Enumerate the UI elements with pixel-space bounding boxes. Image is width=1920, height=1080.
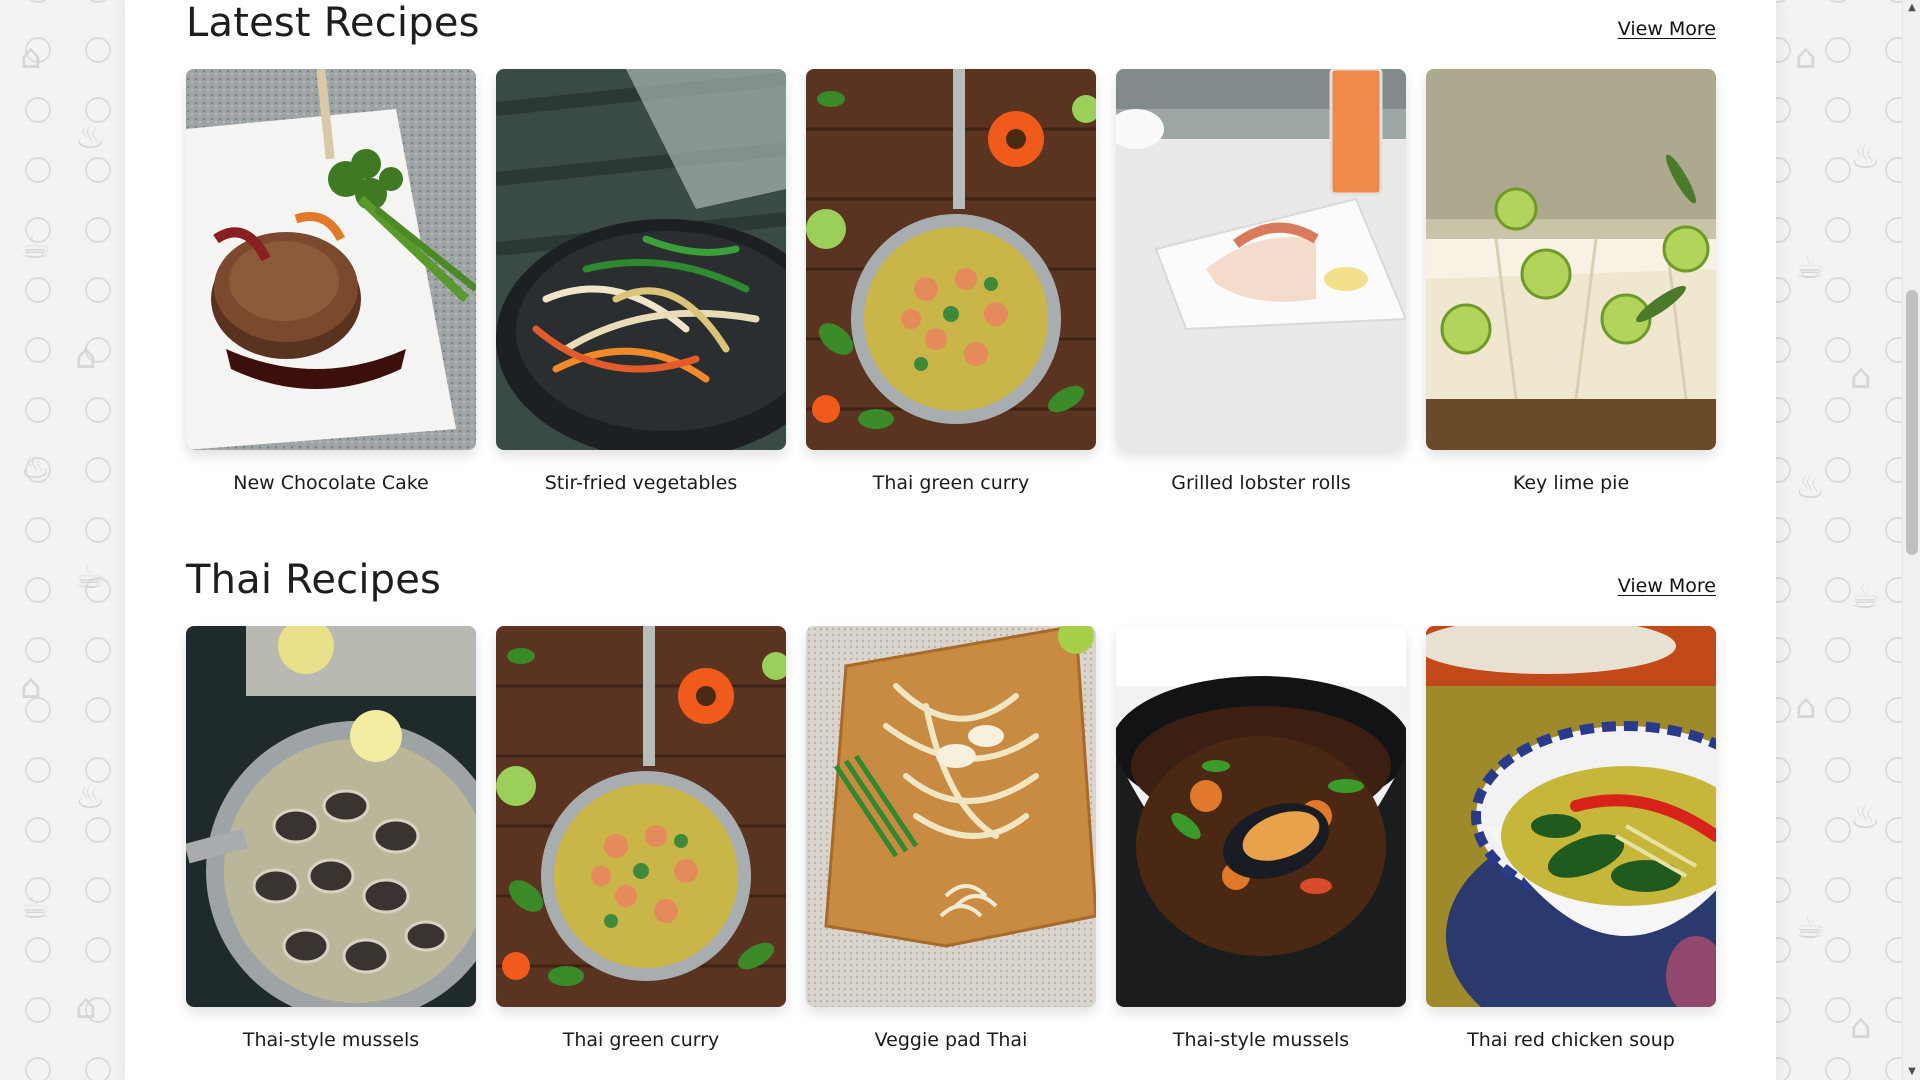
recipe-card[interactable]: Thai red chicken soup: [1426, 626, 1716, 1051]
recipe-card[interactable]: Thai green curry: [806, 69, 1096, 494]
recipe-title: Thai green curry: [872, 472, 1030, 494]
recipe-title: Stir-fried vegetables: [544, 472, 738, 494]
recipe-card[interactable]: Thai-style mussels: [186, 626, 476, 1051]
recipe-title: Thai-style mussels: [1172, 1029, 1350, 1051]
vertical-scrollbar[interactable]: ▲ ▼: [1902, 0, 1920, 1080]
ice-cream-icon: ⌂: [20, 37, 42, 77]
recipe-image-lobster-plate[interactable]: [1116, 69, 1406, 450]
recipe-image-mussels-bowl[interactable]: [1116, 626, 1406, 1007]
recipe-card[interactable]: Stir-fried vegetables: [496, 69, 786, 494]
burger-icon: ⌂: [75, 987, 97, 1027]
ice-cream-icon: ⌂: [20, 667, 42, 707]
cup-icon: ☕: [20, 227, 51, 267]
recipe-title: New Chocolate Cake: [233, 472, 429, 494]
burger-icon: ⌂: [1850, 1007, 1872, 1047]
recipe-card[interactable]: New Chocolate Cake: [186, 69, 476, 494]
recipe-image-key-lime-pie[interactable]: [1426, 69, 1716, 450]
fries-icon: ♨: [20, 447, 51, 487]
fries-icon: ♨: [1795, 467, 1826, 507]
recipe-image-steak-plate[interactable]: [186, 69, 476, 450]
recipe-title: Thai red chicken soup: [1467, 1029, 1675, 1051]
section-header: Latest Recipes View More: [186, 0, 1716, 60]
burger-icon: ⌂: [75, 337, 97, 377]
cup-icon: ☕: [1795, 247, 1826, 287]
thai-recipes-section: Thai Recipes View More Thai-style mussel…: [186, 557, 1716, 1051]
fries-icon: ♨: [75, 117, 106, 157]
recipe-image-soup-bowl[interactable]: [1426, 626, 1716, 1007]
main-content-panel: Latest Recipes View More New Chocolate C…: [125, 0, 1776, 1080]
recipe-card-row: New Chocolate Cake Stir-fried vegetables…: [186, 69, 1716, 494]
section-title: Thai Recipes: [186, 557, 442, 603]
scroll-down-arrow-icon[interactable]: ▼: [1903, 1064, 1920, 1080]
cup-icon: ☕: [75, 557, 106, 597]
section-header: Thai Recipes View More: [186, 557, 1716, 617]
recipe-image-pad-thai-board[interactable]: [806, 626, 1096, 1007]
recipe-card[interactable]: Thai-style mussels: [1116, 626, 1406, 1051]
recipe-card[interactable]: Thai green curry: [496, 626, 786, 1051]
scrollbar-thumb[interactable]: [1906, 290, 1918, 555]
latest-recipes-section: Latest Recipes View More New Chocolate C…: [186, 0, 1716, 494]
burger-icon: ⌂: [1850, 357, 1872, 397]
recipe-image-stir-fry-pan[interactable]: [496, 69, 786, 450]
recipe-image-green-curry-pan[interactable]: [806, 69, 1096, 450]
section-title: Latest Recipes: [186, 0, 480, 46]
recipe-card[interactable]: Veggie pad Thai: [806, 626, 1096, 1051]
recipe-title: Grilled lobster rolls: [1171, 472, 1351, 494]
ice-cream-icon: ⌂: [1795, 687, 1817, 727]
cup-icon: ☕: [1795, 907, 1826, 947]
recipe-title: Thai green curry: [562, 1029, 720, 1051]
ice-cream-icon: ⌂: [1795, 37, 1817, 77]
fries-icon: ♨: [75, 777, 106, 817]
view-more-link[interactable]: View More: [1618, 18, 1716, 40]
recipe-title: Thai-style mussels: [242, 1029, 420, 1051]
fries-icon: ♨: [1850, 137, 1881, 177]
recipe-image-clams-pan[interactable]: [186, 626, 476, 1007]
fries-icon: ♨: [1850, 797, 1881, 837]
recipe-card-row: Thai-style mussels Thai green curry Vegg…: [186, 626, 1716, 1051]
recipe-card[interactable]: Key lime pie: [1426, 69, 1716, 494]
cup-icon: ☕: [1850, 577, 1881, 617]
recipe-title: Veggie pad Thai: [874, 1029, 1028, 1051]
cup-icon: ☕: [20, 887, 51, 927]
recipe-card[interactable]: Grilled lobster rolls: [1116, 69, 1406, 494]
recipe-image-green-curry-pan[interactable]: [496, 626, 786, 1007]
recipe-title: Key lime pie: [1512, 472, 1630, 494]
view-more-link[interactable]: View More: [1618, 575, 1716, 597]
scroll-up-arrow-icon[interactable]: ▲: [1903, 0, 1920, 16]
